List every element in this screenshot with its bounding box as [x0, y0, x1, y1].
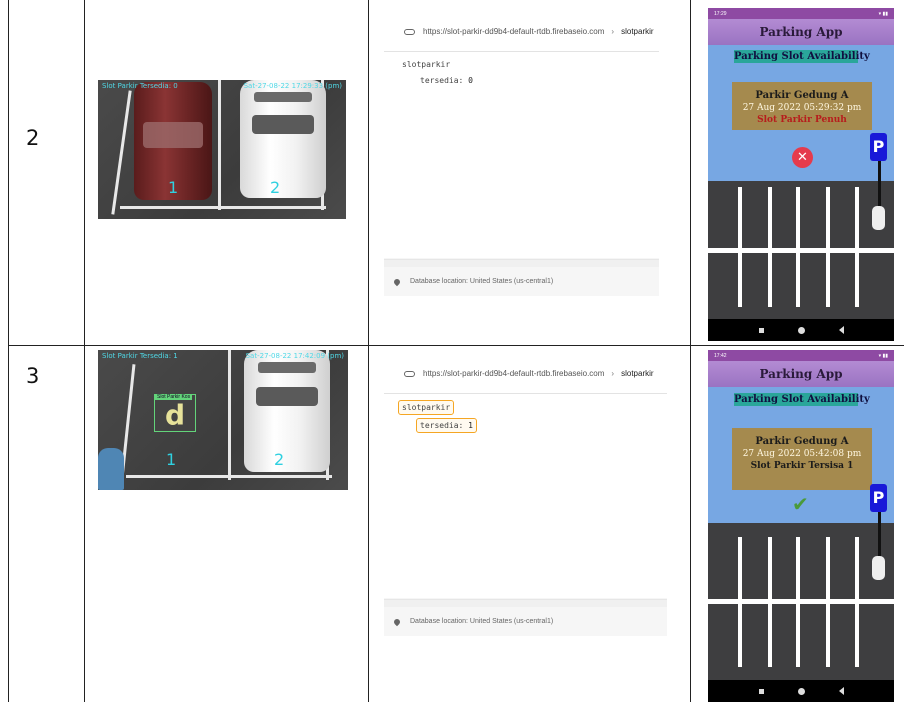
- location-name: Parkir Gedung A: [755, 90, 849, 101]
- parking-lot-graphic: [708, 523, 894, 680]
- location-pin-icon: [392, 617, 402, 626]
- camera-overlay-left: Slot Parkir Tersedia: 0: [102, 82, 178, 90]
- datetime: 27 Aug 2022 05:42:08 pm: [742, 449, 862, 459]
- tree-root-key[interactable]: slotparkir: [398, 400, 455, 415]
- car-white: [244, 350, 330, 472]
- status-time: 17:42: [714, 352, 727, 359]
- status-card: Parkir Gedung A 27 Aug 2022 05:29:32 pm …: [732, 82, 872, 130]
- x-circle-icon: ✕: [792, 147, 813, 168]
- tree-child[interactable]: tersedia: 0: [420, 76, 473, 85]
- availability-banner: Parking Slot Availability: [734, 50, 870, 63]
- home-icon[interactable]: [797, 326, 805, 334]
- horizontal-scrollbar[interactable]: [384, 259, 659, 267]
- phone-screen: 17:42 ▾ ▮▮ Parking App Parking Slot Avail…: [708, 350, 894, 702]
- slot-status: Slot Parkir Penuh: [757, 115, 847, 125]
- status-card: Parkir Gedung A 27 Aug 2022 05:42:08 pm …: [732, 428, 872, 490]
- firebase-panel: https://slot-parkir-dd9b4-default-rtdb.f…: [384, 354, 667, 636]
- android-navbar: [708, 680, 894, 702]
- detection-letter: d: [164, 398, 186, 432]
- table-border: [368, 0, 369, 702]
- slot-label-1: 1: [166, 450, 177, 469]
- database-node[interactable]: slotparkir: [621, 369, 653, 378]
- availability-banner: Parking Slot Availability: [734, 393, 870, 406]
- recent-apps-icon[interactable]: [758, 688, 764, 694]
- table-border: [8, 0, 9, 702]
- person: [98, 448, 124, 490]
- signal-battery-icon: ▾ ▮▮: [878, 10, 888, 17]
- signal-battery-icon: ▾ ▮▮: [878, 352, 888, 359]
- results-table: 2 Slot Parkir Tersedia: 0 Sat-27-08-22 1…: [0, 0, 904, 702]
- camera-image: Slot Parkir Tersedia: 0 Sat-27-08-22 17:…: [98, 80, 346, 219]
- database-node[interactable]: slotparkir: [621, 27, 653, 36]
- table-border: [690, 0, 691, 702]
- chevron-right-icon: ›: [611, 27, 615, 36]
- tree-child[interactable]: tersedia: 1: [416, 418, 477, 433]
- slot-status: Slot Parkir Tersisa 1: [750, 461, 854, 471]
- database-location: Database location: United States (us-cen…: [410, 278, 554, 285]
- camera-image: Slot Parkir Kos d Slot Parkir Tersedia: …: [98, 350, 348, 490]
- camera-overlay-right: Sat-27-08-22 17:42:09 (pm): [245, 352, 344, 360]
- tree-root-key[interactable]: slotparkir: [402, 60, 450, 69]
- back-icon[interactable]: [838, 326, 844, 334]
- detection-box: Slot Parkir Kos d: [154, 394, 196, 432]
- bollard-icon: [872, 556, 885, 580]
- location-pin-icon: [392, 277, 402, 286]
- phone-screen: 17:29 ▾ ▮▮ Parking App Parking Slot Avail…: [708, 8, 894, 341]
- parking-sign-icon: P: [870, 133, 887, 161]
- app-title: Parking App: [759, 25, 843, 39]
- link-icon: [404, 370, 415, 377]
- status-time: 17:29: [714, 10, 727, 17]
- camera-overlay-left: Slot Parkir Tersedia: 1: [102, 352, 178, 360]
- link-icon: [404, 28, 415, 35]
- chevron-right-icon: ›: [611, 369, 615, 378]
- horizontal-scrollbar[interactable]: [384, 599, 667, 607]
- slot-label-2: 2: [274, 450, 285, 469]
- database-url[interactable]: https://slot-parkir-dd9b4-default-rtdb.f…: [423, 369, 604, 378]
- database-url[interactable]: https://slot-parkir-dd9b4-default-rtdb.f…: [423, 27, 604, 36]
- location-name: Parkir Gedung A: [755, 436, 849, 447]
- checkmark-icon: ✔: [792, 492, 809, 516]
- firebase-panel: https://slot-parkir-dd9b4-default-rtdb.f…: [384, 12, 659, 296]
- app-title: Parking App: [759, 367, 843, 381]
- slot-label-1: 1: [168, 178, 179, 197]
- database-location: Database location: United States (us-cen…: [410, 618, 554, 625]
- parking-sign-icon: P: [870, 484, 887, 512]
- slot-label-2: 2: [270, 178, 281, 197]
- recent-apps-icon[interactable]: [758, 327, 764, 333]
- datetime: 27 Aug 2022 05:29:32 pm: [742, 103, 862, 113]
- back-icon[interactable]: [838, 687, 844, 695]
- row-number: 3: [26, 364, 40, 388]
- bollard-icon: [872, 206, 885, 230]
- car-white: [240, 80, 326, 198]
- row-number: 2: [26, 126, 40, 150]
- table-border: [8, 345, 904, 346]
- table-border: [84, 0, 85, 702]
- camera-overlay-right: Sat-27-08-22 17:29:33 (pm): [243, 82, 342, 90]
- home-icon[interactable]: [797, 687, 805, 695]
- android-navbar: [708, 319, 894, 341]
- parking-lot-graphic: [708, 181, 894, 319]
